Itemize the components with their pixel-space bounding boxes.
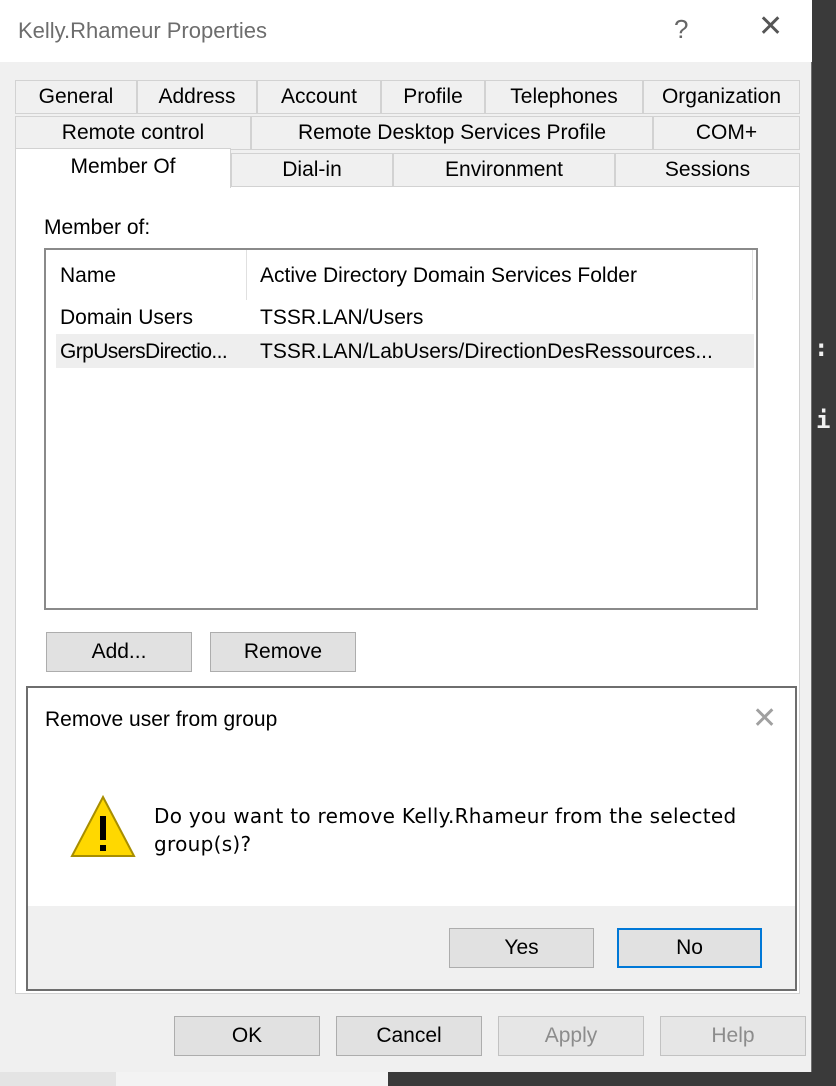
member-of-label: Member of: xyxy=(44,216,151,239)
background-text: : xyxy=(814,334,829,362)
apply-button[interactable]: Apply xyxy=(498,1016,644,1056)
tab-member-of[interactable]: Member Of xyxy=(15,148,231,188)
tab-com-plus[interactable]: COM+ xyxy=(653,116,800,150)
close-icon[interactable]: ✕ xyxy=(752,704,777,734)
remove-user-dialog: Remove user from group ✕ Do you want to … xyxy=(26,686,797,991)
warning-icon xyxy=(70,794,136,857)
dialog-title: Remove user from group xyxy=(45,708,278,731)
tab-environment[interactable]: Environment xyxy=(393,153,615,187)
close-icon[interactable]: ✕ xyxy=(758,12,783,42)
help-button[interactable]: ? xyxy=(674,14,688,45)
tab-general[interactable]: General xyxy=(15,80,137,114)
background-strip xyxy=(0,1072,116,1086)
properties-window: Kelly.Rhameur Properties ? ✕ General Add… xyxy=(0,0,812,1072)
group-name: Domain Users xyxy=(60,306,194,329)
remove-button[interactable]: Remove xyxy=(210,632,356,672)
ok-button[interactable]: OK xyxy=(174,1016,320,1056)
tab-organization[interactable]: Organization xyxy=(643,80,800,114)
table-row[interactable]: GrpUsersDirectio... TSSR.LAN/LabUsers/Di… xyxy=(56,334,754,368)
tab-remote-desktop-services-profile[interactable]: Remote Desktop Services Profile xyxy=(251,116,653,150)
dialog-footer: Yes No xyxy=(28,906,795,989)
column-header-folder[interactable]: Active Directory Domain Services Folder xyxy=(260,264,637,288)
group-folder: TSSR.LAN/Users xyxy=(260,306,424,329)
dialog-message: Do you want to remove Kelly.Rhameur from… xyxy=(154,804,737,856)
group-name: GrpUsersDirectio... xyxy=(60,340,228,363)
add-button[interactable]: Add... xyxy=(46,632,192,672)
tab-address[interactable]: Address xyxy=(137,80,257,114)
window-title: Kelly.Rhameur Properties xyxy=(18,18,268,43)
column-header-name[interactable]: Name xyxy=(60,264,116,288)
help-button[interactable]: Help xyxy=(660,1016,806,1056)
tab-profile[interactable]: Profile xyxy=(381,80,485,114)
tab-telephones[interactable]: Telephones xyxy=(485,80,643,114)
tab-remote-control[interactable]: Remote control xyxy=(15,116,251,150)
tab-account[interactable]: Account xyxy=(257,80,381,114)
cancel-button[interactable]: Cancel xyxy=(336,1016,482,1056)
tab-sessions[interactable]: Sessions xyxy=(615,153,800,187)
member-of-list[interactable]: Name Active Directory Domain Services Fo… xyxy=(44,248,758,610)
group-folder: TSSR.LAN/LabUsers/DirectionDesRessources… xyxy=(260,340,713,363)
column-divider[interactable] xyxy=(752,250,753,300)
column-divider[interactable] xyxy=(246,250,247,300)
background-window xyxy=(812,0,836,1086)
no-button[interactable]: No xyxy=(617,928,762,968)
yes-button[interactable]: Yes xyxy=(449,928,594,968)
tab-dial-in[interactable]: Dial-in xyxy=(231,153,393,187)
title-bar[interactable]: Kelly.Rhameur Properties ? ✕ xyxy=(0,0,812,62)
table-row[interactable]: Domain Users TSSR.LAN/Users xyxy=(56,300,754,334)
background-text: i xyxy=(816,406,831,434)
background-strip xyxy=(116,1072,388,1086)
